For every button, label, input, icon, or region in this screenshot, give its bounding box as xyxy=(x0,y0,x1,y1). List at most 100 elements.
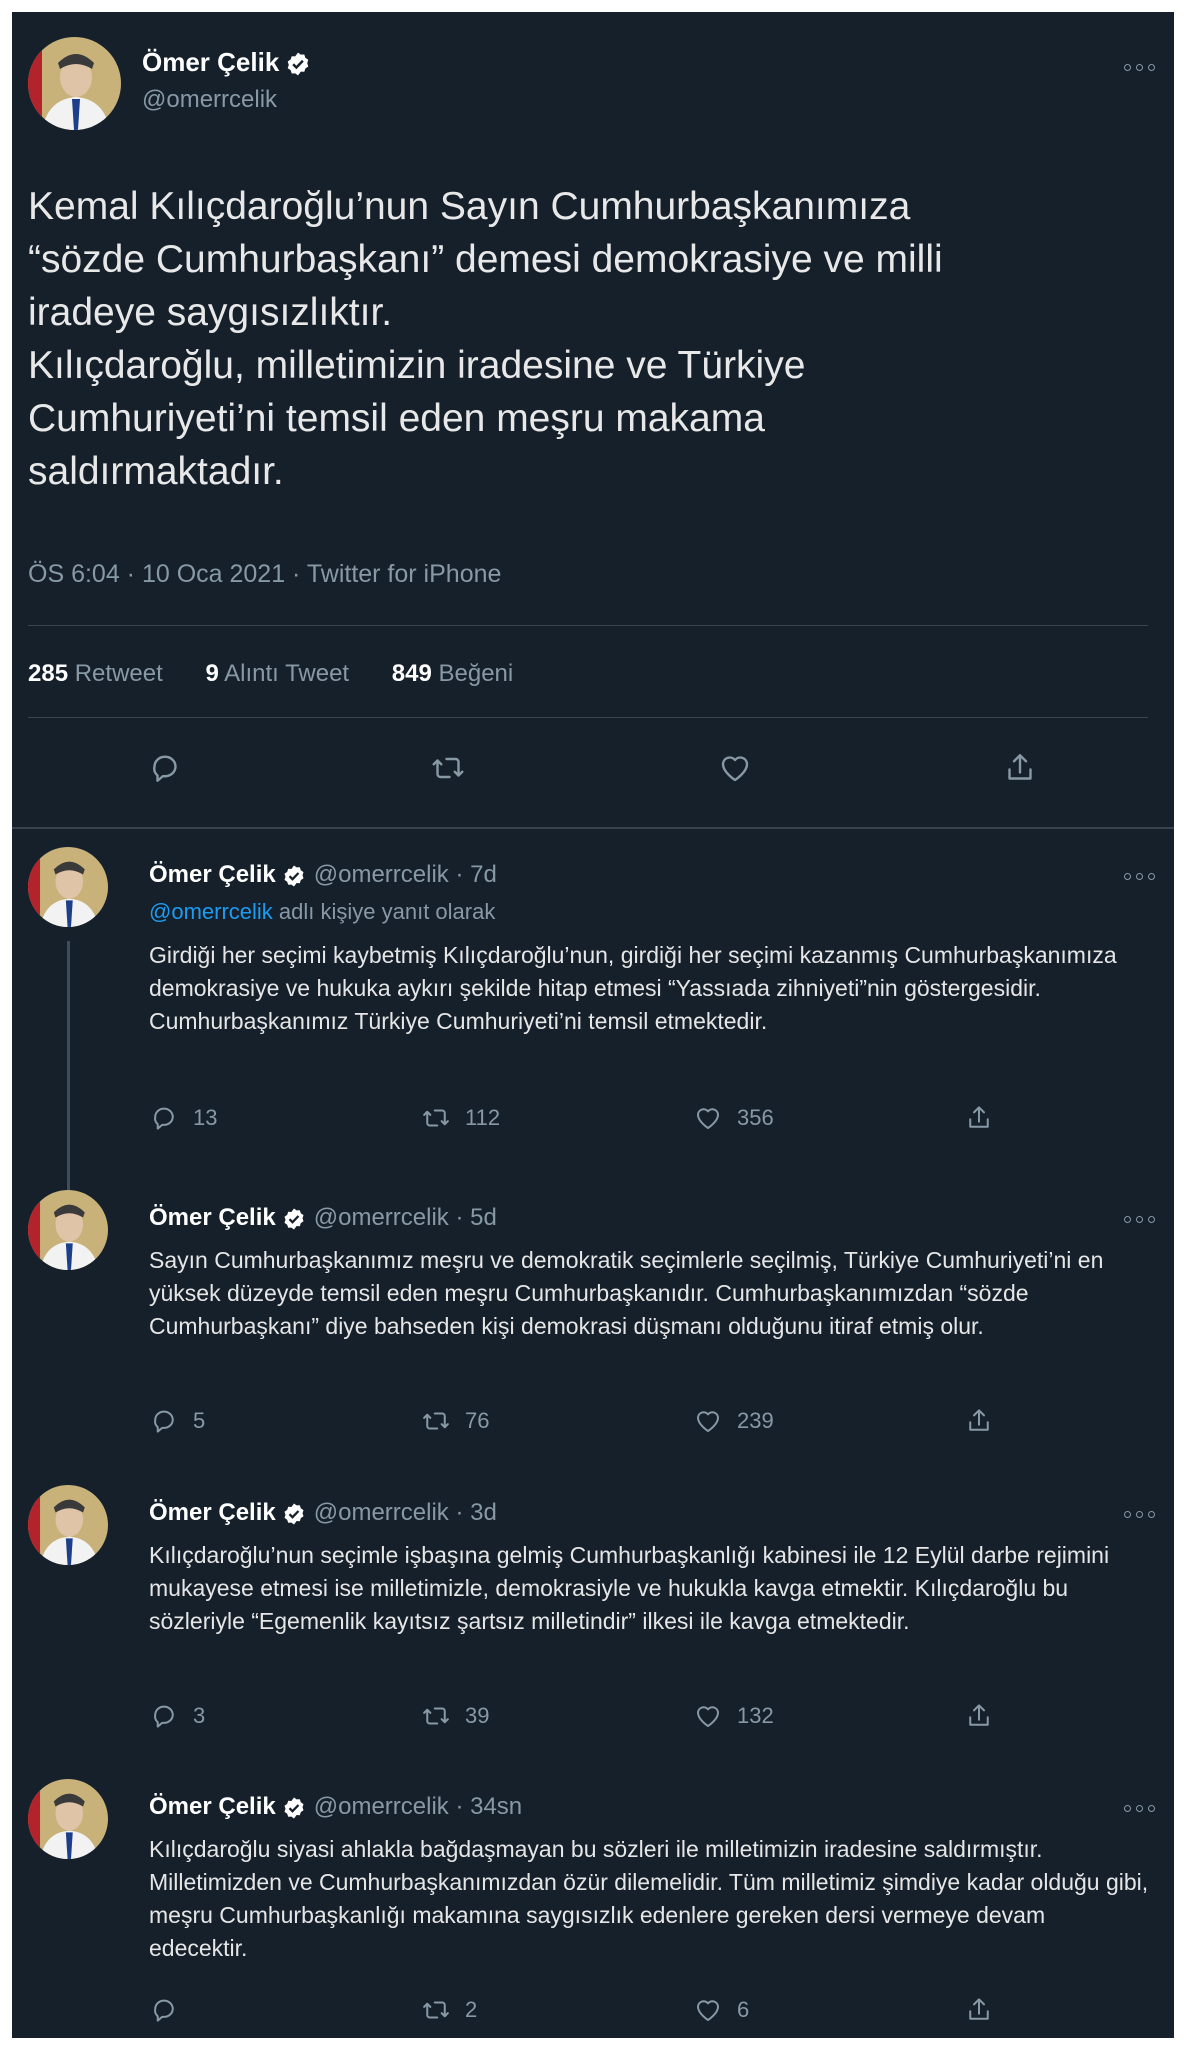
like-button[interactable]: 239 xyxy=(693,1405,774,1437)
verified-icon xyxy=(282,1796,306,1820)
author-name[interactable]: Ömer Çelik xyxy=(149,1204,276,1231)
author-handle[interactable]: @omerrcelik xyxy=(314,1793,449,1820)
more-icon[interactable] xyxy=(1124,60,1158,74)
like-button[interactable]: 132 xyxy=(693,1700,774,1732)
like-button[interactable]: 6 xyxy=(693,1994,749,2026)
share-icon xyxy=(1008,754,1032,780)
tweet-text: Kemal Kılıçdaroğlu’nun Sayın Cumhurbaşka… xyxy=(28,185,943,493)
like-count: 239 xyxy=(737,1408,774,1433)
replying-to-text: adlı kişiye yanıt olarak xyxy=(272,899,496,924)
like-label: Beğeni xyxy=(438,660,514,687)
reply-button[interactable]: 5 xyxy=(149,1405,205,1437)
like-icon xyxy=(697,2000,719,2021)
avatar[interactable] xyxy=(28,37,121,130)
retweet-icon xyxy=(423,2001,449,2019)
thread-line xyxy=(67,941,70,1191)
reply-button[interactable] xyxy=(147,750,183,786)
more-icon[interactable] xyxy=(1124,869,1158,883)
tweet-actions xyxy=(12,750,1174,790)
page: Ömer Çelik @omerrcelik Kemal Kılıçdaroğl… xyxy=(0,0,1200,2050)
share-icon xyxy=(969,1409,989,1431)
reply-icon xyxy=(154,1705,174,1728)
reply-button[interactable]: 13 xyxy=(149,1102,217,1134)
retweet-count: 285 xyxy=(28,660,69,687)
retweet-button[interactable]: 76 xyxy=(421,1405,489,1437)
like-icon xyxy=(697,1411,719,1432)
replying-to-link[interactable]: @omerrcelik xyxy=(149,899,273,924)
share-button[interactable] xyxy=(964,1700,994,1732)
share-icon xyxy=(969,1106,989,1128)
quote-stat[interactable]: 9 Alıntı Tweet xyxy=(205,660,349,687)
reply-time[interactable]: · 34sn xyxy=(455,1793,522,1820)
like-button[interactable]: 356 xyxy=(693,1102,774,1134)
reply-icon xyxy=(153,755,177,782)
more-icon[interactable] xyxy=(1124,1212,1158,1226)
reply-time[interactable]: · 5d xyxy=(455,1204,496,1231)
retweet-count: 112 xyxy=(465,1105,501,1130)
retweet-count: 76 xyxy=(465,1408,490,1433)
retweet-label: Retweet xyxy=(74,660,163,687)
avatar[interactable] xyxy=(28,1190,108,1270)
author-name[interactable]: Ömer Çelik xyxy=(149,1499,276,1526)
reply-header: Ömer Çelik @omerrcelik · 5d xyxy=(149,1204,497,1232)
tweet-timestamp[interactable]: ÖS 6:04 · 10 Oca 2021 · Twitter for iPho… xyxy=(28,560,501,589)
tweet-stats: 285 Retweet 9 Alıntı Tweet 849 Beğeni xyxy=(28,660,549,688)
retweet-count: 2 xyxy=(465,1997,478,2022)
tweet-thread: Ömer Çelik @omerrcelik Kemal Kılıçdaroğl… xyxy=(12,12,1174,2038)
author-name-text: Ömer Çelik xyxy=(142,47,280,77)
reply-count: 13 xyxy=(193,1105,218,1130)
like-count: 6 xyxy=(737,1997,750,2022)
reply-icon xyxy=(154,1107,174,1130)
reply-count: 3 xyxy=(193,1703,206,1728)
author-name[interactable]: Ömer Çelik xyxy=(149,1793,276,1820)
reply-header: Ömer Çelik @omerrcelik · 7d xyxy=(149,861,497,889)
verified-icon xyxy=(282,1502,306,1526)
retweet-button[interactable]: 39 xyxy=(421,1700,489,1732)
share-button[interactable] xyxy=(964,1994,994,2026)
retweet-stat[interactable]: 285 Retweet xyxy=(28,660,163,687)
retweet-icon xyxy=(423,1707,449,1725)
reply-time[interactable]: · 7d xyxy=(455,861,496,888)
retweet-icon xyxy=(432,757,464,779)
divider xyxy=(12,827,1174,829)
avatar[interactable] xyxy=(28,1485,108,1565)
quote-label: Alıntı Tweet xyxy=(224,660,350,687)
author-handle[interactable]: @omerrcelik xyxy=(314,1499,449,1526)
replying-to: @omerrcelik adlı kişiye yanıt olarak xyxy=(149,899,495,925)
reply-text: Girdiği her seçimi kaybetmiş Kılıçdaroğl… xyxy=(149,942,1117,1034)
like-icon xyxy=(697,1706,719,1727)
share-button[interactable] xyxy=(964,1102,994,1134)
reply-text: Kılıçdaroğlu’nun seçimle işbaşına gelmiş… xyxy=(149,1542,1110,1634)
verified-icon xyxy=(285,51,311,77)
avatar[interactable] xyxy=(28,847,108,927)
more-icon[interactable] xyxy=(1124,1507,1158,1521)
avatar[interactable] xyxy=(28,1779,108,1859)
like-count: 356 xyxy=(737,1105,774,1130)
author-name[interactable]: Ömer Çelik xyxy=(149,861,276,888)
retweet-icon xyxy=(423,1109,449,1127)
reply-button[interactable] xyxy=(149,1994,193,2026)
more-icon[interactable] xyxy=(1124,1801,1158,1815)
author-handle[interactable]: @omerrcelik xyxy=(142,86,277,114)
like-button[interactable] xyxy=(717,750,753,786)
author-handle[interactable]: @omerrcelik xyxy=(314,861,449,888)
divider xyxy=(28,625,1148,626)
like-stat[interactable]: 849 Beğeni xyxy=(392,660,513,687)
reply-actions: 2 6 xyxy=(149,1994,1049,2026)
retweet-button[interactable]: 2 xyxy=(421,1994,477,2026)
like-count: 132 xyxy=(737,1703,774,1728)
author-handle[interactable]: @omerrcelik xyxy=(314,1204,449,1231)
reply-text: Sayın Cumhurbaşkanımız meşru ve demokrat… xyxy=(149,1247,1104,1339)
reply-actions: 5 76 239 xyxy=(149,1405,1049,1437)
reply-time[interactable]: · 3d xyxy=(455,1499,496,1526)
share-button[interactable] xyxy=(964,1405,994,1437)
reply-icon xyxy=(154,1999,174,2022)
reply-icon xyxy=(154,1410,174,1433)
share-icon xyxy=(969,1704,989,1726)
share-button[interactable] xyxy=(1002,750,1038,786)
reply-button[interactable]: 3 xyxy=(149,1700,205,1732)
reply-actions: 13 112 356 xyxy=(149,1102,1049,1134)
retweet-button[interactable] xyxy=(430,750,466,786)
author-name[interactable]: Ömer Çelik xyxy=(142,47,311,78)
retweet-button[interactable]: 112 xyxy=(421,1102,500,1134)
